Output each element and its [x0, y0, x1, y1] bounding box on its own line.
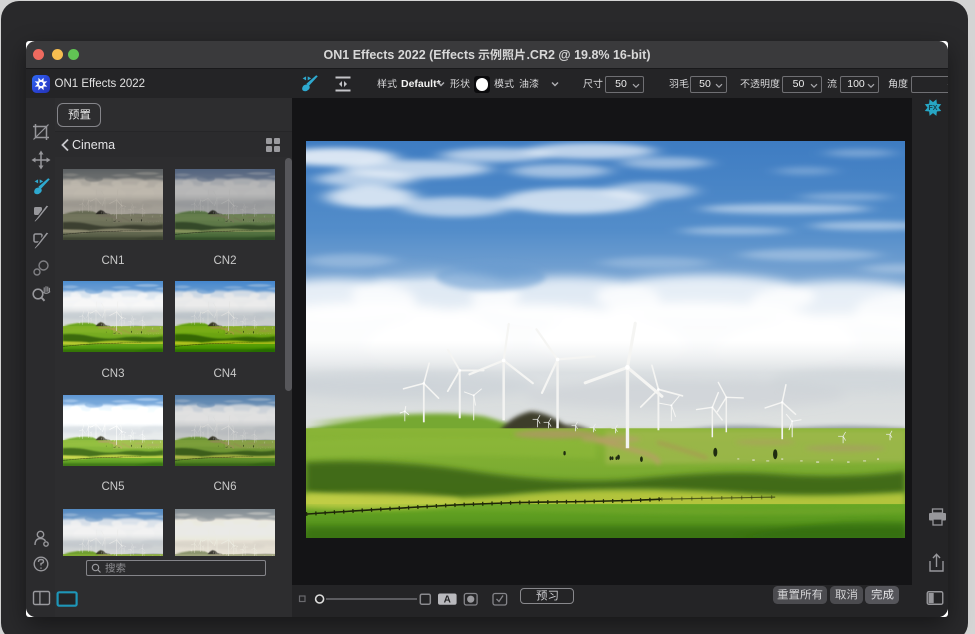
svg-text:A: A: [444, 595, 451, 606]
svg-text:FX: FX: [929, 105, 938, 112]
